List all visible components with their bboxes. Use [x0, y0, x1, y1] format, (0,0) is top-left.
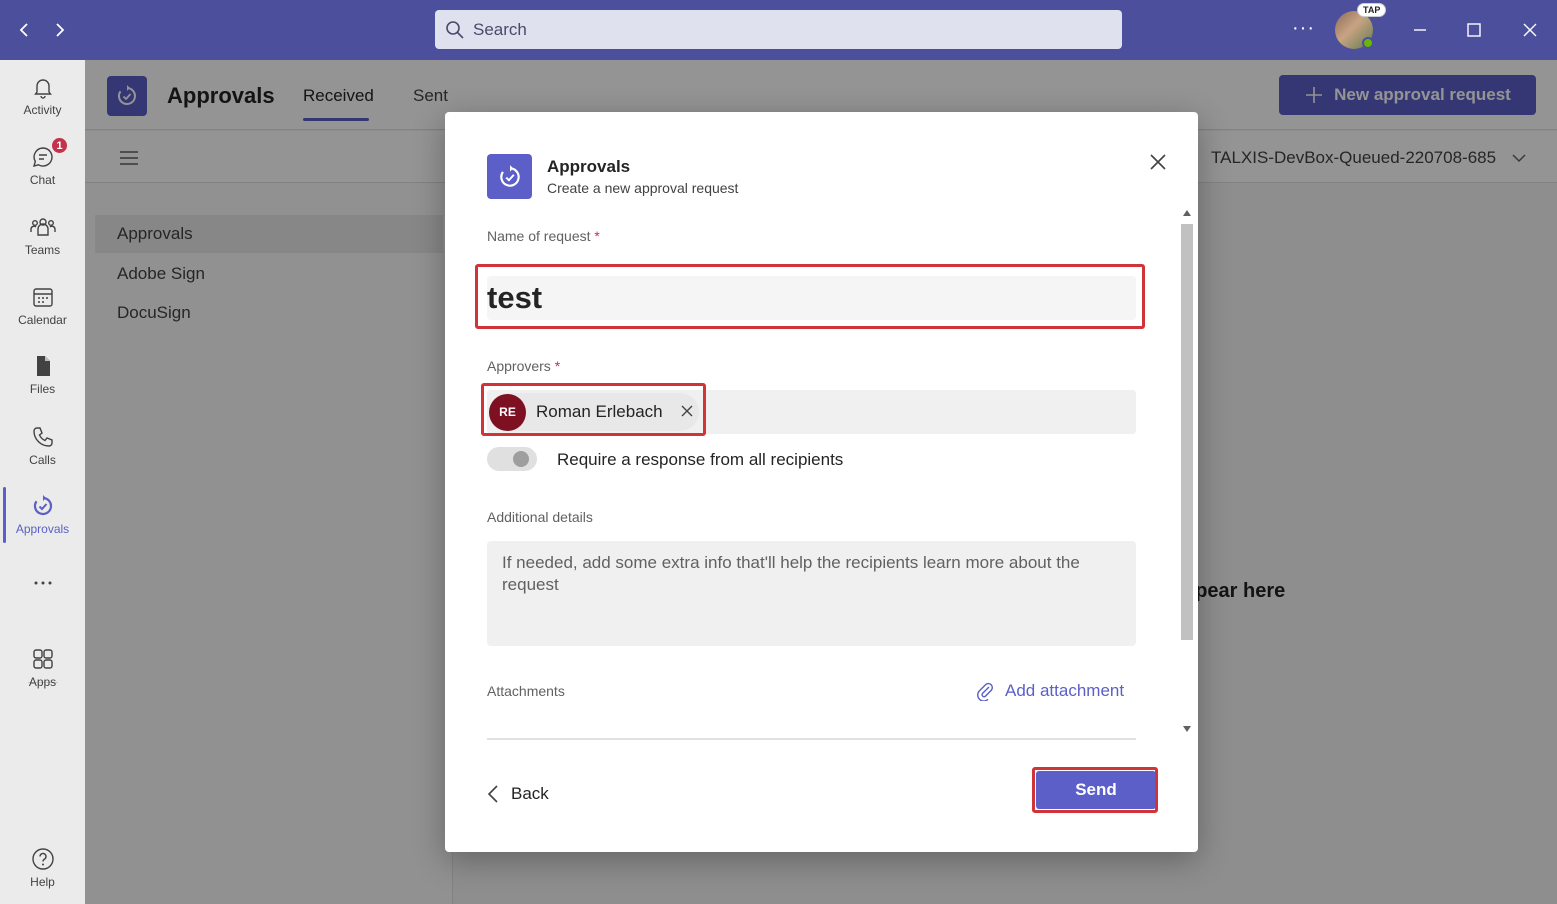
rail-item-more[interactable]	[0, 555, 85, 615]
bell-icon	[33, 79, 52, 99]
rail-item-calls[interactable]: Calls	[0, 416, 85, 476]
avatar-badge: TAP	[1357, 3, 1387, 17]
paperclip-icon	[977, 682, 993, 701]
required-mark: *	[554, 358, 561, 374]
rail-item-approvals[interactable]: Approvals	[0, 485, 85, 545]
rail-item-calendar[interactable]: Calendar	[0, 276, 85, 336]
phone-icon	[32, 427, 53, 447]
teams-icon	[29, 218, 56, 236]
file-icon	[36, 356, 50, 376]
dialog-scrollbar[interactable]	[1178, 204, 1196, 738]
rail-label: Files	[29, 382, 56, 396]
back-label: Back	[511, 784, 549, 803]
rail-label: Teams	[24, 243, 61, 257]
dialog-title: Approvals	[547, 157, 631, 176]
rail-label: Calls	[29, 453, 56, 467]
search-icon	[446, 20, 464, 39]
avatar: RE	[489, 393, 526, 431]
rail-item-chat[interactable]: Chat	[0, 136, 85, 196]
apps-icon	[32, 649, 53, 669]
rail-label: Help	[30, 875, 55, 889]
forward-arrow-icon[interactable]	[48, 18, 72, 42]
back-button[interactable]: Back	[487, 784, 549, 804]
more-icon	[34, 581, 51, 585]
presence-available-icon	[1362, 37, 1374, 49]
scroll-thumb[interactable]	[1181, 224, 1193, 640]
scroll-up-icon[interactable]	[1182, 208, 1192, 218]
name-of-request-label: Name of request *	[487, 228, 600, 244]
minimize-icon[interactable]	[1408, 18, 1432, 42]
chat-unread-badge: 1	[50, 136, 69, 155]
rail-item-help[interactable]: Help	[0, 838, 85, 898]
rail-label: Chat	[29, 173, 56, 187]
required-mark: *	[594, 228, 600, 244]
scroll-down-icon[interactable]	[1182, 724, 1192, 734]
additional-details-textarea[interactable]: If needed, add some extra info that'll h…	[487, 541, 1136, 646]
maximize-icon[interactable]	[1462, 18, 1486, 42]
close-icon[interactable]	[1147, 151, 1169, 173]
new-approval-dialog: Approvals Create a new approval request …	[445, 112, 1198, 852]
rail-label: Approvals	[15, 522, 70, 536]
close-window-icon[interactable]	[1518, 18, 1542, 42]
rail-item-activity[interactable]: Activity	[0, 66, 85, 126]
chevron-left-icon	[487, 785, 498, 803]
require-all-label: Require a response from all recipients	[557, 450, 844, 469]
search-input[interactable]: Search	[435, 10, 1122, 49]
remove-approver-icon[interactable]	[679, 403, 695, 419]
name-of-request-input[interactable]: test	[487, 276, 1136, 320]
approvals-icon	[33, 495, 52, 516]
dialog-subtitle: Create a new approval request	[547, 180, 739, 196]
rail-item-apps[interactable]: Apps	[0, 638, 85, 698]
rail-item-files[interactable]: Files	[0, 345, 85, 405]
rail-label: Activity	[23, 103, 62, 117]
help-icon	[31, 848, 54, 870]
approver-name: Roman Erlebach	[536, 402, 663, 421]
send-button[interactable]: Send	[1036, 771, 1156, 809]
more-options-icon[interactable]: ···	[1292, 17, 1315, 40]
approver-chip[interactable]: RE Roman Erlebach	[489, 393, 699, 431]
label-text: Approvers	[487, 358, 551, 374]
app-rail: Activity Chat 1 Teams Calendar Files Cal…	[0, 60, 85, 904]
title-bar: Search ··· TAP	[0, 0, 1557, 60]
additional-details-label: Additional details	[487, 509, 593, 525]
attachments-divider	[487, 738, 1136, 740]
add-attachment-label: Add attachment	[1005, 681, 1125, 700]
rail-item-teams[interactable]: Teams	[0, 206, 85, 266]
toggle-knob	[513, 451, 529, 467]
approvers-label: Approvers *	[487, 358, 560, 374]
search-placeholder: Search	[473, 19, 527, 39]
add-attachment-button[interactable]: Add attachment	[975, 681, 1124, 701]
back-arrow-icon[interactable]	[12, 18, 36, 42]
rail-label: Apps	[28, 675, 57, 689]
rail-label: Calendar	[18, 313, 67, 327]
label-text: Name of request	[487, 228, 591, 244]
attachments-label: Attachments	[487, 683, 565, 699]
approvals-logo-icon	[487, 154, 532, 199]
require-all-toggle[interactable]	[487, 447, 537, 471]
calendar-icon	[32, 288, 53, 307]
